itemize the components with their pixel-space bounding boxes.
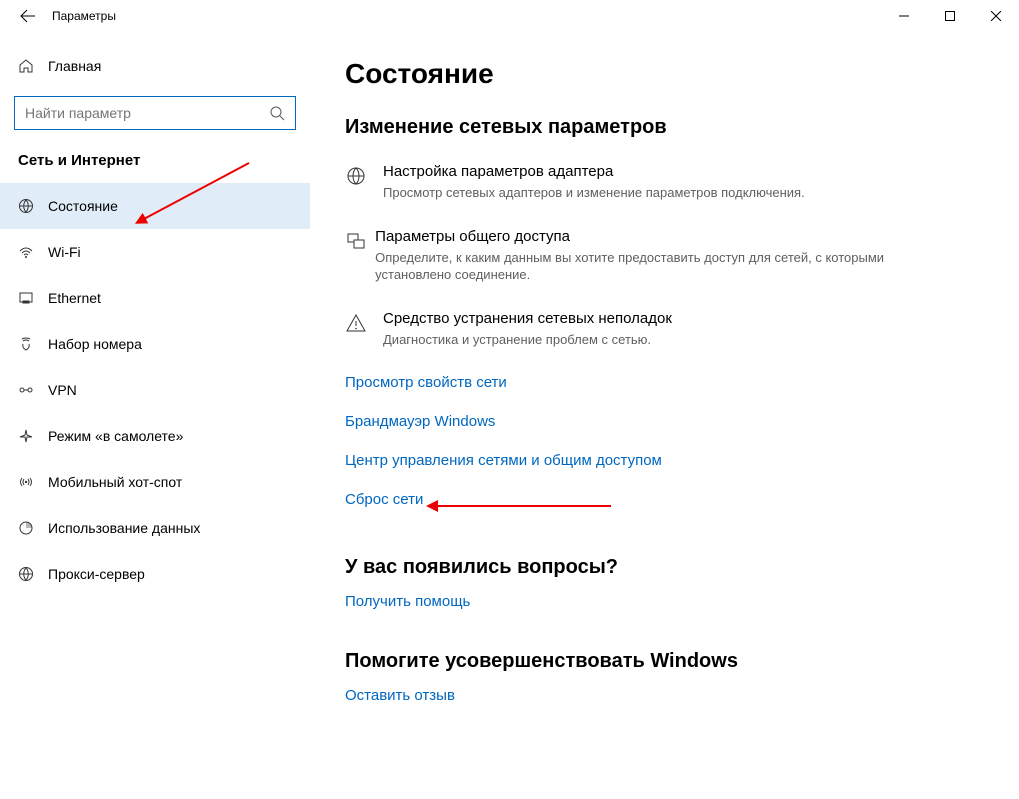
minimize-button[interactable] — [881, 0, 927, 32]
sharing-icon — [345, 228, 375, 284]
sidebar-item-vpn[interactable]: VPN — [0, 367, 310, 413]
link-network-props[interactable]: Просмотр свойств сети — [345, 374, 979, 391]
ethernet-icon — [18, 290, 48, 306]
home-button[interactable]: Главная — [0, 50, 310, 82]
change-settings-title: Изменение сетевых параметров — [345, 116, 979, 139]
wifi-icon — [18, 244, 48, 260]
sidebar-item-label: Использование данных — [48, 520, 200, 536]
sidebar-item-datausage[interactable]: Использование данных — [0, 505, 310, 551]
link-get-help[interactable]: Получить помощь — [345, 593, 979, 610]
proxy-icon — [18, 566, 48, 582]
sidebar-item-label: Состояние — [48, 198, 118, 214]
titlebar: Параметры — [0, 0, 1019, 32]
option-title: Параметры общего доступа — [375, 228, 905, 245]
option-desc: Диагностика и устранение проблем с сетью… — [383, 331, 672, 349]
home-label: Главная — [48, 58, 101, 74]
option-title: Средство устранения сетевых неполадок — [383, 310, 672, 327]
option-title: Настройка параметров адаптера — [383, 163, 805, 180]
data-usage-icon — [18, 520, 48, 536]
sidebar-item-label: Прокси-сервер — [48, 566, 145, 582]
minimize-icon — [899, 11, 909, 21]
dialup-icon — [18, 336, 48, 352]
sidebar-item-label: Режим «в самолете» — [48, 428, 183, 444]
option-desc: Определите, к каким данным вы хотите пре… — [375, 249, 905, 284]
page-title: Состояние — [345, 58, 979, 90]
maximize-button[interactable] — [927, 0, 973, 32]
option-sharing[interactable]: Параметры общего доступа Определите, к к… — [345, 228, 905, 284]
adapter-icon — [345, 163, 383, 202]
window-title: Параметры — [52, 9, 116, 23]
back-button[interactable] — [18, 6, 38, 26]
troubleshoot-icon — [345, 310, 383, 349]
home-icon — [18, 58, 48, 74]
sidebar-item-airplane[interactable]: Режим «в самолете» — [0, 413, 310, 459]
sidebar-section-title: Сеть и Интернет — [0, 152, 310, 183]
option-troubleshoot[interactable]: Средство устранения сетевых неполадок Ди… — [345, 310, 905, 349]
sidebar-item-dialup[interactable]: Набор номера — [0, 321, 310, 367]
link-network-reset[interactable]: Сброс сети — [345, 491, 979, 508]
sidebar: Главная Сеть и Интернет Состояние Wi-Fi … — [0, 32, 310, 799]
sidebar-item-label: Мобильный хот-спот — [48, 474, 182, 490]
sidebar-item-ethernet[interactable]: Ethernet — [0, 275, 310, 321]
close-button[interactable] — [973, 0, 1019, 32]
option-adapter[interactable]: Настройка параметров адаптера Просмотр с… — [345, 163, 905, 202]
questions-title: У вас появились вопросы? — [345, 556, 979, 579]
sidebar-item-label: Wi-Fi — [48, 244, 81, 260]
close-icon — [991, 11, 1001, 21]
sidebar-item-wifi[interactable]: Wi-Fi — [0, 229, 310, 275]
airplane-icon — [18, 428, 48, 444]
main-content: Состояние Изменение сетевых параметров Н… — [310, 32, 1019, 799]
link-feedback[interactable]: Оставить отзыв — [345, 687, 979, 704]
search-icon — [269, 105, 285, 121]
search-box[interactable] — [14, 96, 296, 130]
hotspot-icon — [18, 474, 48, 490]
sidebar-item-label: Набор номера — [48, 336, 142, 352]
sidebar-item-status[interactable]: Состояние — [0, 183, 310, 229]
sidebar-item-proxy[interactable]: Прокси-сервер — [0, 551, 310, 597]
sidebar-item-label: VPN — [48, 382, 77, 398]
vpn-icon — [18, 382, 48, 398]
link-firewall[interactable]: Брандмауэр Windows — [345, 413, 979, 430]
link-sharing-center[interactable]: Центр управления сетями и общим доступом — [345, 452, 979, 469]
search-input[interactable] — [25, 105, 246, 121]
sidebar-item-hotspot[interactable]: Мобильный хот-спот — [0, 459, 310, 505]
option-desc: Просмотр сетевых адаптеров и изменение п… — [383, 184, 805, 202]
sidebar-item-label: Ethernet — [48, 290, 101, 306]
status-icon — [18, 198, 48, 214]
maximize-icon — [945, 11, 955, 21]
improve-title: Помогите усовершенствовать Windows — [345, 650, 979, 673]
arrow-left-icon — [20, 8, 36, 24]
